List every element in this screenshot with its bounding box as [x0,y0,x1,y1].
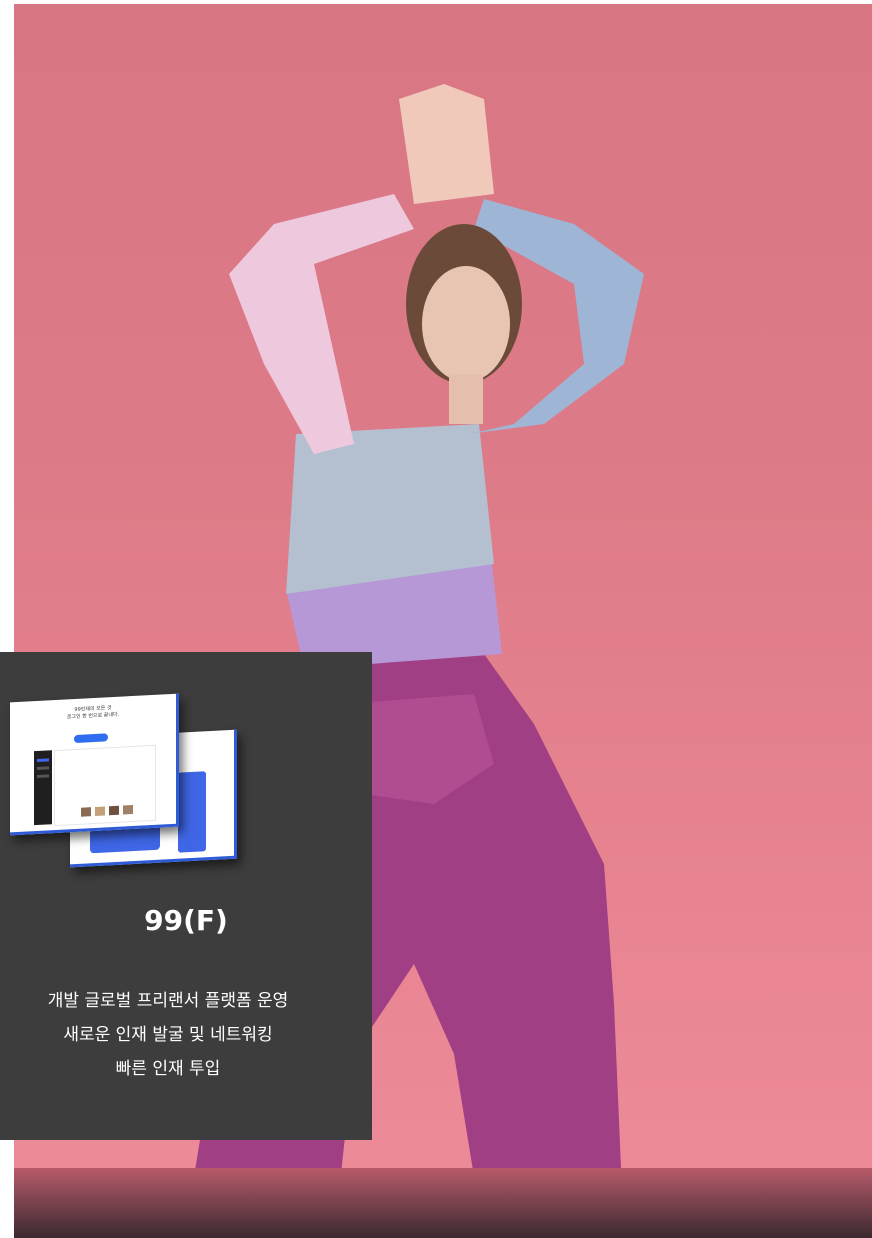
mockup-thumbnails [55,746,155,817]
mockup-login-button [74,733,108,744]
mockup-side-banner [178,771,206,853]
card-line: 빠른 인재 투입 [115,1059,221,1079]
card-line: 개발 글로벌 프리랜서 플랫폼 운영 [47,991,289,1011]
card-title: 99(F) [144,904,228,937]
mockup-content [54,744,156,827]
card-line: 새로운 인재 발굴 및 네트워킹 [63,1025,273,1045]
mockup-sidebar [34,750,52,826]
mockup-headline: 99인재의 모든 것 로그인 한 번으로 끝내다. [10,702,176,725]
floor [14,1168,872,1238]
mockup-screen-front: 99인재의 모든 것 로그인 한 번으로 끝내다. [10,693,179,836]
card-description: 개발 글로벌 프리랜서 플랫폼 운영 새로운 인재 발굴 및 네트워킹 빠른 인… [0,984,336,1086]
service-card: 99인재의 모든 것 로그인 한 번으로 끝내다. 99(F) 개발 글로벌 프… [0,652,372,1140]
